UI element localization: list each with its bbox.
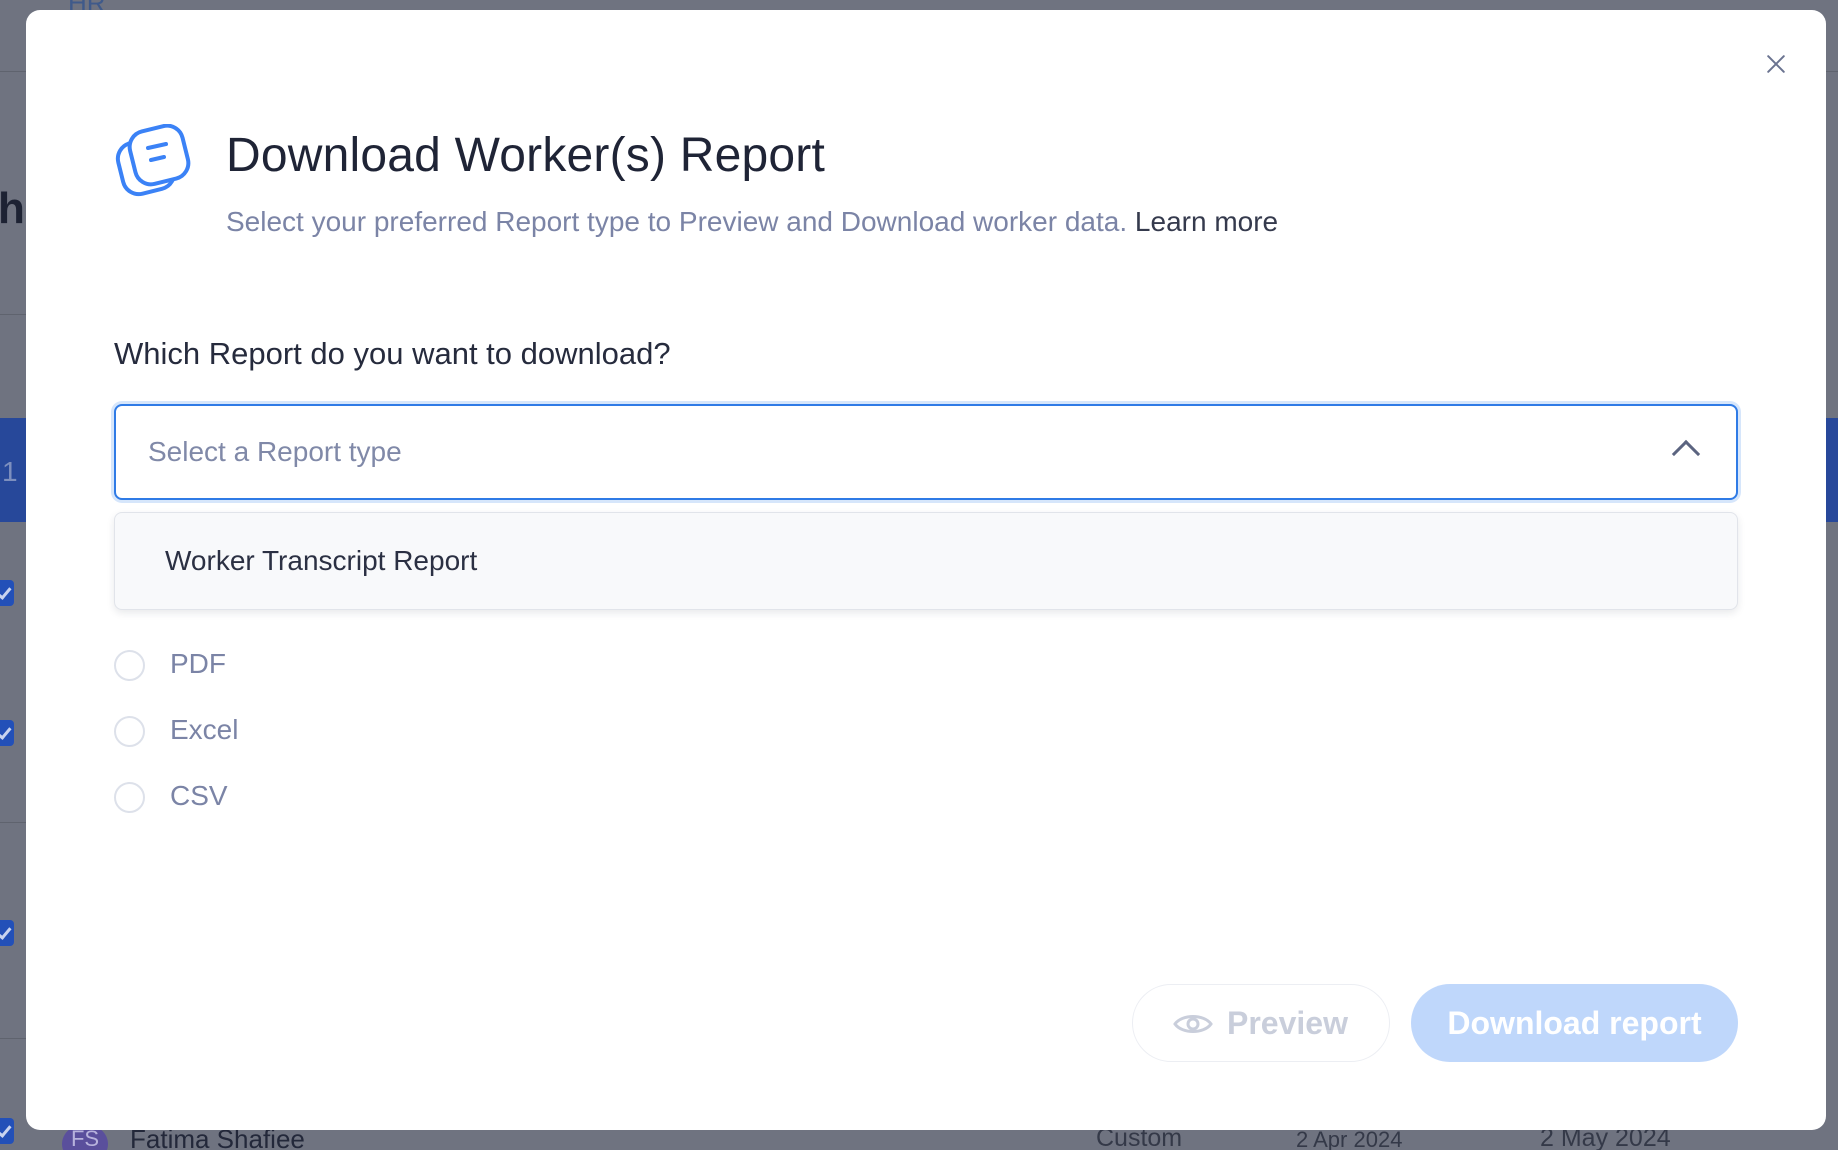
radio-circle[interactable] [114,716,145,747]
chevron-up-icon[interactable] [1671,439,1701,469]
download-report-modal: Download Worker(s) Report Select your pr… [26,10,1826,1130]
preview-button[interactable]: Preview [1132,984,1390,1062]
subtitle-text: Select your preferred Report type to Pre… [226,206,1128,237]
radio-circle[interactable] [114,782,145,813]
close-icon[interactable] [1758,46,1794,82]
background-selected-row: 1 [0,418,26,522]
format-label-excel: Excel [170,714,239,745]
eye-icon [1173,1015,1213,1033]
report-type-select[interactable]: Select a Report type [114,404,1738,500]
page-title: Download Worker(s) Report [226,129,825,182]
radio-circle[interactable] [114,650,145,681]
background-checkbox [0,580,14,606]
background-row-number: 1 [2,456,18,487]
option-worker-transcript-report[interactable]: Worker Transcript Report [115,513,1737,609]
report-question-label: Which Report do you want to download? [114,336,671,371]
background-start-date-cell: 2 Apr 2024 [1296,1127,1403,1150]
background-checkbox [0,920,14,946]
report-type-dropdown: Worker Transcript Report [114,512,1738,610]
format-label-pdf: PDF [170,648,226,679]
format-label-csv: CSV [170,780,228,811]
background-selected-row-edge [1824,418,1838,522]
preview-button-label: Preview [1227,1005,1348,1041]
learn-more-link[interactable]: Learn more [1135,206,1278,237]
download-report-button[interactable]: Download report [1411,984,1738,1062]
modal-subtitle: Select your preferred Report type to Pre… [226,206,1278,238]
report-chat-icon [115,124,191,197]
report-type-placeholder: Select a Report type [148,436,402,467]
background-checkbox [0,720,14,746]
